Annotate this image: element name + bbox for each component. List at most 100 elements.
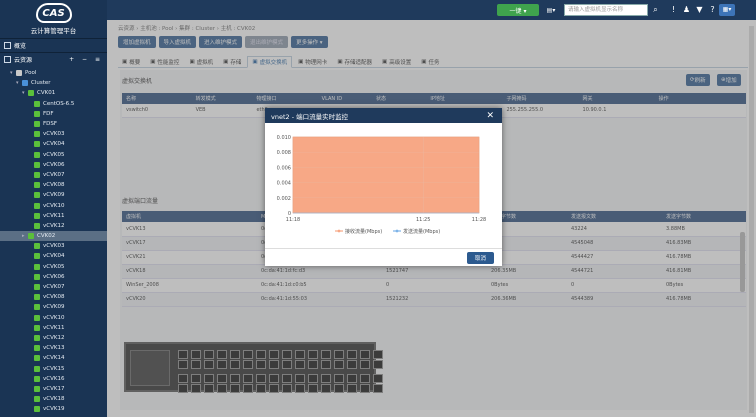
x-tick-label: 11:18 [286,217,300,223]
tree-item-label: vCVK19 [43,406,65,413]
tree-item[interactable]: vCVK11 [0,323,107,333]
vm-icon [34,324,40,331]
vm-icon [34,171,40,178]
vm-icon [34,314,40,321]
tree-item[interactable]: ▾ Pool [0,68,107,78]
receive-series-area [292,136,480,214]
tree-item[interactable]: vCVK05 [0,150,107,160]
tree-item[interactable]: vCVK03 [0,241,107,251]
vm-icon [34,192,40,199]
tree-item[interactable]: vCVK10 [0,200,107,210]
tree-item[interactable]: ▾ CVK01 [0,88,107,98]
user-icon[interactable]: ♟ [682,5,691,14]
vm-icon [34,182,40,189]
tree-item[interactable]: vCVK13 [0,343,107,353]
tree-item-label: vCVK03 [43,131,65,138]
search-input[interactable]: 请输入虚拟机显示名称 [564,4,648,16]
vm-icon [34,273,40,280]
tree-item[interactable]: vCVK03 [0,129,107,139]
tree-item-label: vCVK14 [43,355,65,362]
vm-icon [34,151,40,158]
close-icon[interactable]: ✕ [486,111,494,121]
vm-icon [34,396,40,403]
tree-item-label: vCVK16 [43,375,65,382]
grid-menu-icon[interactable]: ▦▾ [719,4,735,16]
vm-icon [34,131,40,138]
tree-item[interactable]: ▸ CVK02 [0,231,107,242]
dialog-header: vnet2 - 端口流量实时监控 ✕ [265,108,502,123]
tree-item-label: FDSF [43,121,58,128]
tree-item[interactable]: vCVK05 [0,262,107,272]
tree-item[interactable]: vCVK12 [0,221,107,231]
cas-logo: CAS [35,3,72,23]
tree-item-label: vCVK04 [43,253,65,260]
tree-item[interactable]: vCVK19 [0,404,107,414]
vm-icon [34,375,40,382]
tree-item[interactable]: vCVK15 [0,363,107,373]
tree-item[interactable]: vCVK08 [0,292,107,302]
dialog-footer: 取消 [265,248,502,266]
one-click-button[interactable]: 一键 ▾ [497,4,539,16]
tree-item[interactable]: vCVK04 [0,139,107,149]
cancel-button[interactable]: 取消 [466,252,494,264]
host-icon [28,233,34,240]
tree-item[interactable]: vCVK07 [0,170,107,180]
tree-item[interactable]: CentOS-6.5 [0,99,107,109]
tree-item[interactable]: FDF [0,109,107,119]
tree-item[interactable]: vCVK10 [0,313,107,323]
tree-item[interactable]: vCVK11 [0,211,107,221]
tree-item-label: vCVK04 [43,141,65,148]
vm-icon [34,294,40,301]
tree-item-label: vCVK18 [43,396,65,403]
tree-item-label: vCVK06 [43,273,65,280]
tree-item[interactable]: vCVK04 [0,251,107,261]
y-tick-label: 0.006 [277,165,291,171]
vm-icon [34,334,40,341]
tree-item[interactable]: vCVK16 [0,374,107,384]
tree-item[interactable]: vCVK09 [0,302,107,312]
shirt-icon[interactable]: ▼ [695,5,704,14]
tree-item-label: vCVK08 [43,294,65,301]
tree-item[interactable]: FDSF [0,119,107,129]
tree-item-label: vCVK12 [43,222,65,229]
nav-overview[interactable]: 概览 [0,38,107,52]
tree-item-label: vCVK08 [43,182,65,189]
dialog-title: vnet2 - 端口流量实时监控 [271,112,349,121]
tree-item-label: CVK01 [37,90,56,97]
menu-dropdown-icon[interactable]: ▤▾ [543,4,559,16]
tree-item[interactable]: vCVK18 [0,394,107,404]
tree-item-label: vCVK15 [43,365,65,372]
tree-item[interactable]: vCVK08 [0,180,107,190]
tree-item[interactable]: ▾ Cluster [0,78,107,88]
vm-icon [34,253,40,260]
home-icon [4,42,11,49]
vm-icon [34,141,40,148]
tree-item-label: vCVK13 [43,345,65,352]
y-tick-label: 0.008 [277,150,291,156]
tree-item[interactable]: vCVK17 [0,384,107,394]
tree-item[interactable]: vCVK09 [0,190,107,200]
nav-resources-label: 云资源 [14,57,33,64]
tree-item-label: vCVK03 [43,243,65,250]
tree-item[interactable]: vCVK06 [0,272,107,282]
nav-resources[interactable]: 云资源 + − ≡ [0,52,107,66]
help-icon[interactable]: ? [708,5,717,14]
tree-item[interactable]: vCVK14 [0,353,107,363]
search-icon[interactable]: ⌕ [651,5,660,14]
alert-icon[interactable]: ! [669,5,678,14]
tree-item-label: FDF [43,110,54,117]
cluster-icon [22,80,28,87]
tree-item[interactable]: vCVK12 [0,333,107,343]
vm-icon [34,222,40,229]
vm-icon [34,345,40,352]
tree-item-label: vCVK10 [43,314,65,321]
vm-icon [34,161,40,168]
tree-tools[interactable]: + − ≡ [69,56,103,63]
legend-marker [395,229,399,233]
tree-item[interactable]: vCVK06 [0,160,107,170]
vm-icon [34,110,40,117]
pool-icon [16,70,22,77]
tree-item[interactable]: vCVK07 [0,282,107,292]
tree-item-label: vCVK09 [43,304,65,311]
vm-icon [34,304,40,311]
